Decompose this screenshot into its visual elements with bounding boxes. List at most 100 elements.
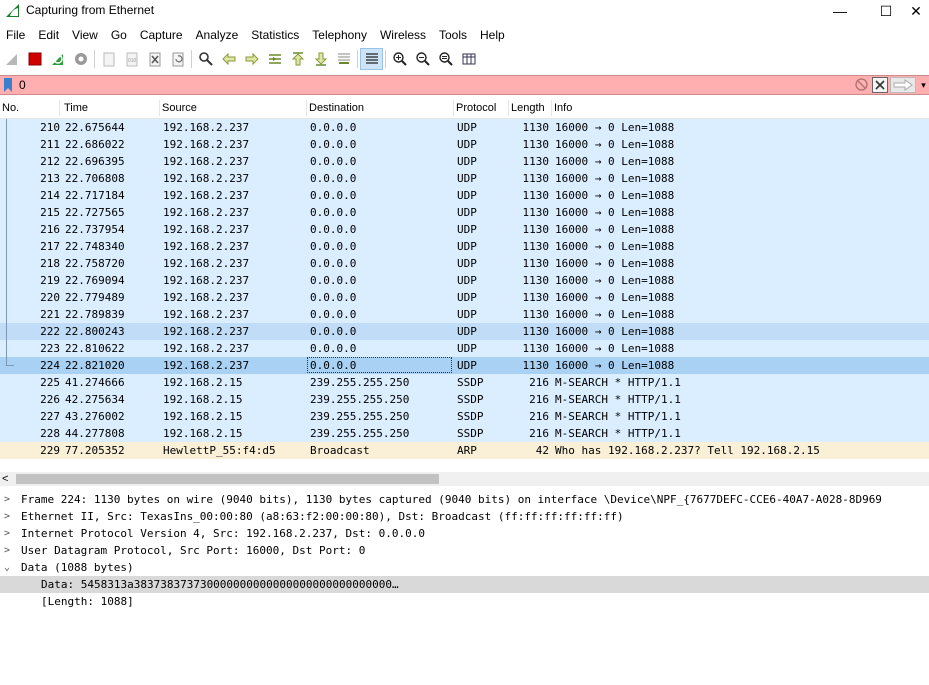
- shark-fin-start-icon[interactable]: [0, 48, 23, 70]
- cell-destination: 0.0.0.0: [310, 240, 357, 253]
- bookmark-icon[interactable]: [2, 77, 14, 93]
- expand-arrow-icon[interactable]: >: [4, 491, 16, 508]
- capture-options-icon[interactable]: [69, 48, 92, 70]
- table-row[interactable]: 226 42.275634 192.168.2.15 239.255.255.250 S…: [0, 391, 929, 408]
- menu-capture[interactable]: Capture: [134, 24, 190, 46]
- cell-length: 1130: [522, 138, 550, 151]
- table-row[interactable]: 228 44.277808 192.168.2.15 239.255.255.250 S…: [0, 425, 929, 442]
- table-row[interactable]: 213 22.706808 192.168.2.237 0.0.0.0 UDP 1130 1…: [0, 170, 929, 187]
- find-packet-icon[interactable]: [194, 48, 217, 70]
- chevron-down-icon[interactable]: ▾: [918, 77, 929, 93]
- close-button[interactable]: ✕: [893, 0, 929, 22]
- detail-tree-item[interactable]: > Internet Protocol Version 4, Src: 192.1…: [0, 525, 929, 542]
- cell-info: 16000 → 0 Len=1088: [555, 172, 675, 185]
- cell-no: 228: [40, 427, 60, 440]
- detail-tree-item[interactable]: > User Datagram Protocol, Src Port: 16000…: [0, 542, 929, 559]
- detail-tree-item[interactable]: Data: 5458313a38373837373000000000000000…: [0, 576, 929, 593]
- cell-time: 22.800243: [65, 325, 125, 338]
- table-row[interactable]: 227 43.276002 192.168.2.15 239.255.255.250 S…: [0, 408, 929, 425]
- expand-arrow-icon[interactable]: >: [4, 542, 16, 559]
- go-to-packet-icon[interactable]: [263, 48, 286, 70]
- display-filter-input[interactable]: [19, 77, 839, 93]
- menu-file[interactable]: File: [0, 24, 32, 46]
- scrollbar-thumb[interactable]: [16, 474, 439, 484]
- packet-rows: 210 22.675644 192.168.2.237 0.0.0.0 UDP 1130 1…: [0, 119, 929, 459]
- go-forward-icon[interactable]: [240, 48, 263, 70]
- expand-arrow-icon[interactable]: >: [4, 525, 16, 542]
- menu-analyze[interactable]: Analyze: [190, 24, 246, 46]
- cell-length: 1130: [522, 189, 550, 202]
- go-back-icon[interactable]: [217, 48, 240, 70]
- cell-protocol: SSDP: [457, 393, 484, 406]
- apply-filter-icon[interactable]: [890, 77, 916, 93]
- table-row[interactable]: 219 22.769094 192.168.2.237 0.0.0.0 UDP 1130 1…: [0, 272, 929, 289]
- save-file-icon[interactable]: 010: [120, 48, 143, 70]
- table-row[interactable]: 225 41.274666 192.168.2.15 239.255.255.250 S…: [0, 374, 929, 391]
- cell-no: 215: [40, 206, 60, 219]
- menu-go[interactable]: Go: [105, 24, 134, 46]
- zoom-normal-icon[interactable]: [434, 48, 457, 70]
- detail-tree-item[interactable]: > Ethernet II, Src: TexasIns_00:00:80 (a8…: [0, 508, 929, 525]
- detail-tree-item[interactable]: > Frame 224: 1130 bytes on wire (9040 bit…: [0, 491, 929, 508]
- table-row[interactable]: 223 22.810622 192.168.2.237 0.0.0.0 UDP 1130 1…: [0, 340, 929, 357]
- menu-help[interactable]: Help: [474, 24, 512, 46]
- related-packet-line: [6, 153, 7, 170]
- auto-scroll-icon[interactable]: [332, 48, 355, 70]
- table-row[interactable]: 224 22.821020 192.168.2.237 0.0.0.0 UDP 1130 1…: [0, 357, 929, 374]
- cell-length: 1130: [522, 325, 550, 338]
- menu-wireless[interactable]: Wireless: [374, 24, 433, 46]
- minimize-button[interactable]: —: [817, 0, 863, 22]
- cell-source: 192.168.2.15: [163, 376, 243, 389]
- open-file-icon[interactable]: [97, 48, 120, 70]
- column-header-protocol[interactable]: Protocol: [454, 100, 509, 116]
- detail-tree-item[interactable]: [Length: 1088]: [0, 593, 929, 610]
- resize-columns-icon[interactable]: [457, 48, 480, 70]
- cell-time: 22.779489: [65, 291, 125, 304]
- table-row[interactable]: 212 22.696395 192.168.2.237 0.0.0.0 UDP 1130 1…: [0, 153, 929, 170]
- column-header-time[interactable]: Time: [62, 100, 160, 116]
- detail-tree-item[interactable]: ⌄ Data (1088 bytes): [0, 559, 929, 576]
- go-last-icon[interactable]: [309, 48, 332, 70]
- menu-telephony[interactable]: Telephony: [306, 24, 374, 46]
- close-file-icon[interactable]: [143, 48, 166, 70]
- stop-capture-icon[interactable]: [23, 48, 46, 70]
- table-row[interactable]: 215 22.727565 192.168.2.237 0.0.0.0 UDP 1130 1…: [0, 204, 929, 221]
- cell-protocol: UDP: [457, 121, 477, 134]
- column-header-length[interactable]: Length: [509, 100, 552, 116]
- collapse-arrow-icon[interactable]: ⌄: [4, 559, 16, 576]
- cell-length: 1130: [522, 308, 550, 321]
- table-row[interactable]: 222 22.800243 192.168.2.237 0.0.0.0 UDP 1130 1…: [0, 323, 929, 340]
- zoom-in-icon[interactable]: [388, 48, 411, 70]
- menu-view[interactable]: View: [66, 24, 105, 46]
- cell-no: 227: [40, 410, 60, 423]
- column-header-no[interactable]: No.: [0, 100, 60, 116]
- table-row[interactable]: 216 22.737954 192.168.2.237 0.0.0.0 UDP 1130 1…: [0, 221, 929, 238]
- table-row[interactable]: 218 22.758720 192.168.2.237 0.0.0.0 UDP 1130 1…: [0, 255, 929, 272]
- table-row[interactable]: 211 22.686022 192.168.2.237 0.0.0.0 UDP 1130 1…: [0, 136, 929, 153]
- table-row[interactable]: 221 22.789839 192.168.2.237 0.0.0.0 UDP 1130 1…: [0, 306, 929, 323]
- go-first-icon[interactable]: [286, 48, 309, 70]
- zoom-out-icon[interactable]: [411, 48, 434, 70]
- table-row[interactable]: 214 22.717184 192.168.2.237 0.0.0.0 UDP 1130 1…: [0, 187, 929, 204]
- colorize-icon[interactable]: [360, 48, 383, 70]
- scroll-left-arrow-icon[interactable]: <: [2, 472, 14, 486]
- table-row[interactable]: 210 22.675644 192.168.2.237 0.0.0.0 UDP 1130 1…: [0, 119, 929, 136]
- table-row[interactable]: 229 77.205352 HewlettP_55:f4:d5 Broadcast AR…: [0, 442, 929, 459]
- packet-list-horizontal-scrollbar[interactable]: <: [0, 472, 929, 486]
- column-header-info[interactable]: Info: [552, 100, 929, 116]
- table-row[interactable]: 217 22.748340 192.168.2.237 0.0.0.0 UDP 1130 1…: [0, 238, 929, 255]
- reload-file-icon[interactable]: [166, 48, 189, 70]
- menu-edit[interactable]: Edit: [32, 24, 66, 46]
- related-packet-line: [6, 187, 7, 204]
- cell-destination: 239.255.255.250: [310, 410, 410, 423]
- column-header-destination[interactable]: Destination: [307, 100, 454, 116]
- menu-statistics[interactable]: Statistics: [245, 24, 306, 46]
- clear-filter-icon[interactable]: [872, 77, 888, 93]
- expand-arrow-icon[interactable]: >: [4, 508, 16, 525]
- cell-info: 16000 → 0 Len=1088: [555, 121, 675, 134]
- menu-tools[interactable]: Tools: [433, 24, 474, 46]
- restart-capture-icon[interactable]: [46, 48, 69, 70]
- table-row[interactable]: 220 22.779489 192.168.2.237 0.0.0.0 UDP 1130 1…: [0, 289, 929, 306]
- cell-source: 192.168.2.237: [163, 206, 250, 219]
- column-header-source[interactable]: Source: [160, 100, 307, 116]
